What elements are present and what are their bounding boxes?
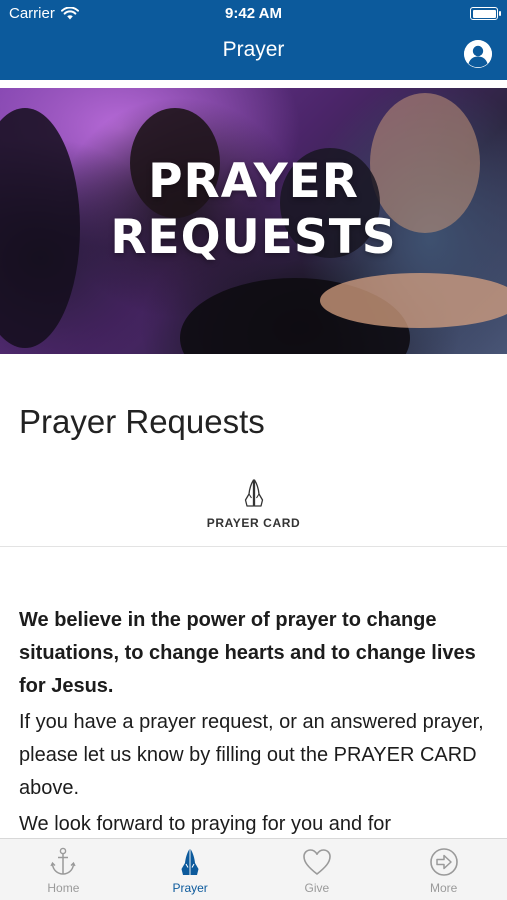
tab-more-label: More [429, 881, 458, 895]
tab-prayer-label: Prayer [172, 881, 208, 895]
tab-give-label: Give [304, 881, 330, 895]
status-bar: Carrier 9:42 AM [0, 0, 507, 28]
tab-bar: Home Prayer Give More [0, 838, 507, 900]
status-time: 9:42 AM [225, 5, 282, 22]
praying-hands-icon [181, 849, 199, 875]
tab-prayer[interactable]: Prayer [127, 839, 254, 900]
profile-icon [464, 40, 492, 68]
body-text: We believe in the power of prayer to cha… [19, 604, 489, 844]
page-title: Prayer [222, 38, 285, 61]
intro-bold-paragraph: We believe in the power of prayer to cha… [19, 609, 476, 697]
closing-paragraph: We look forward to praying for you and f… [19, 813, 392, 835]
prayer-banner-image: PRAYER REQUESTS [0, 88, 507, 354]
tab-home[interactable]: Home [0, 839, 127, 900]
tab-more[interactable]: More [380, 839, 507, 900]
instruction-paragraph: If you have a prayer request, or an answ… [19, 711, 484, 799]
banner-title-line1: PRAYER [148, 154, 359, 209]
arrow-circle-icon [429, 848, 458, 876]
battery-icon [470, 7, 501, 20]
praying-hands-icon [244, 479, 263, 507]
prayer-card-button[interactable]: PRAYER CARD [0, 478, 507, 546]
banner-title-line2: REQUESTS [110, 210, 397, 265]
tab-home-label: Home [47, 881, 80, 895]
profile-button[interactable] [464, 40, 492, 68]
tab-give[interactable]: Give [254, 839, 381, 900]
prayer-card-label: PRAYER CARD [206, 516, 301, 530]
section-divider [0, 546, 507, 547]
anchor-icon [50, 847, 76, 875]
heart-icon [303, 849, 331, 875]
section-heading: Prayer Requests [19, 403, 265, 440]
app-header: Carrier 9:42 AM Prayer [0, 0, 507, 80]
banner-title: PRAYER REQUESTS [0, 154, 507, 266]
